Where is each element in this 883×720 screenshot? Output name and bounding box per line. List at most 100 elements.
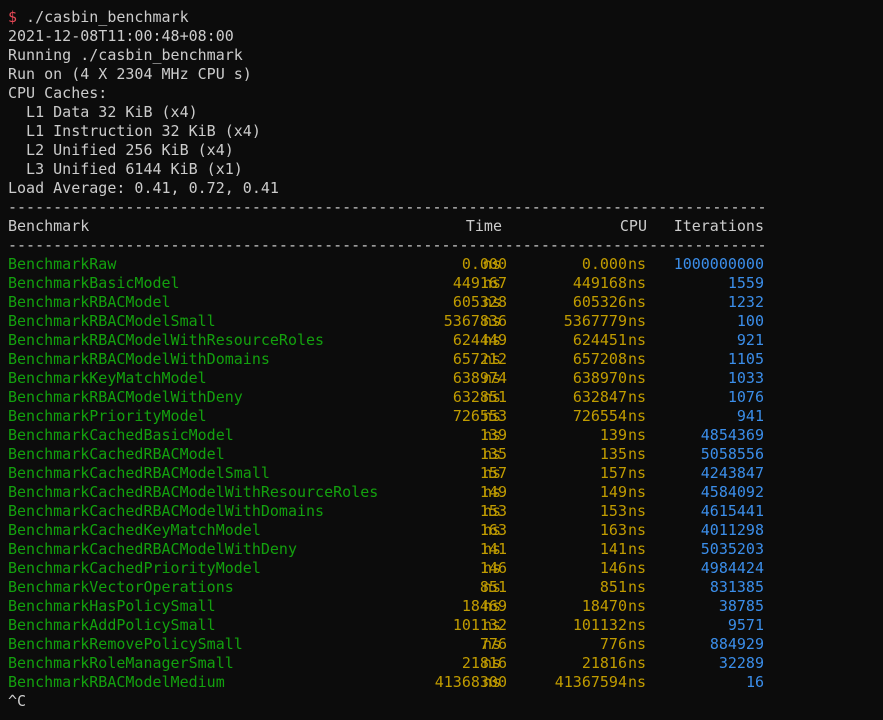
benchmark-name: BenchmarkHasPolicySmall [8,597,216,615]
iterations-value: 884929 [709,635,764,653]
iterations-value: 4584092 [700,483,764,501]
iterations-value: 1000000000 [673,255,764,273]
header-time: Time [465,217,502,235]
time-unit: ns [483,350,502,368]
cpu-unit: ns [628,445,647,463]
table-row: BenchmarkCachedPriorityModel 146 ns 146 ns 49… [8,559,883,578]
cpu-unit: ns [628,388,647,406]
table-row: BenchmarkCachedRBACModel 135 ns 135 ns 505855… [8,445,883,464]
preamble-line: Run on (4 X 2304 MHz CPU s) [8,65,252,83]
iterations-value: 4984424 [700,559,764,577]
time-unit: ns [483,274,502,292]
separator: ----------------------------------------… [8,198,764,216]
time-unit: ns [483,673,502,691]
cpu-unit: ns [628,597,647,615]
cpu-value: 157 [599,464,627,482]
table-header: Benchmark Time CPU Iterations [8,217,883,236]
table-row: BenchmarkAddPolicySmall 101132 ns 101132 ns 9… [8,616,883,635]
preamble-line: L2 Unified 256 KiB (x4) [8,141,234,159]
cpu-unit: ns [628,654,647,672]
cpu-unit: ns [628,578,647,596]
preamble-line: L3 Unified 6144 KiB (x1) [8,160,243,178]
cpu-value: 101132 [572,616,627,634]
table-row: BenchmarkPriorityModel 726553 ns 726554 ns 94… [8,407,883,426]
benchmark-name: BenchmarkCachedKeyMatchModel [8,521,261,539]
benchmark-name: BenchmarkRBACModelSmall [8,312,216,330]
time-unit: ns [483,635,502,653]
time-unit: ns [483,597,502,615]
time-unit: ns [483,616,502,634]
cpu-value: 21816 [581,654,627,672]
iterations-value: 1076 [727,388,764,406]
cpu-unit: ns [628,331,647,349]
cpu-unit: ns [628,255,647,273]
table-row: BenchmarkRBACModel 605328 ns 605326 ns 1232 [8,293,883,312]
table-row: BenchmarkCachedRBACModelWithDeny 141 ns 141… [8,540,883,559]
header-cpu: CPU [619,217,647,235]
terminal-output[interactable]: $ ./casbin_benchmark 2021-12-08T11:00:48… [8,8,883,720]
cpu-value: 638970 [572,369,627,387]
iterations-value: 5058556 [700,445,764,463]
iterations-value: 100 [736,312,764,330]
header-iterations: Iterations [673,217,764,235]
benchmark-name: BenchmarkRemovePolicySmall [8,635,243,653]
time-unit: ns [483,559,502,577]
table-row: BenchmarkCachedRBACModelWithDomains 153 ns… [8,502,883,521]
cpu-value: 0.000 [581,255,627,273]
table-row: BenchmarkCachedRBACModelWithResourceRole… [8,483,883,502]
benchmark-table: BenchmarkRaw 0.000 ns 0.000 ns 1000000000 Benc… [8,255,883,692]
iterations-value: 4615441 [700,502,764,520]
cpu-unit: ns [628,407,647,425]
table-row: BenchmarkRaw 0.000 ns 0.000 ns 1000000000 [8,255,883,274]
command-line: $ ./casbin_benchmark [8,8,883,27]
cpu-unit: ns [628,521,647,539]
table-row: BenchmarkRBACModelMedium 41368300 ns 413675… [8,673,883,692]
time-unit: ns [483,388,502,406]
time-unit: ns [483,331,502,349]
cpu-value: 135 [599,445,627,463]
iterations-value: 16 [745,673,764,691]
benchmark-name: BenchmarkRBACModelWithDeny [8,388,243,406]
iterations-value: 1559 [727,274,764,292]
benchmark-name: BenchmarkRBACModelMedium [8,673,225,691]
benchmark-name: BenchmarkCachedRBACModelWithResourceRole… [8,483,379,501]
time-unit: ns [483,369,502,387]
preamble-line: Load Average: 0.41, 0.72, 0.41 [8,179,279,197]
benchmark-name: BenchmarkCachedRBACModel [8,445,225,463]
cpu-value: 41367594 [554,673,627,691]
cpu-value: 605326 [572,293,627,311]
benchmark-name: BenchmarkCachedPriorityModel [8,559,261,577]
time-unit: ns [483,540,502,558]
cpu-unit: ns [628,293,647,311]
table-row: BenchmarkRBACModelWithDeny 632851 ns 632847… [8,388,883,407]
cpu-unit: ns [628,274,647,292]
iterations-value: 4854369 [700,426,764,444]
benchmark-name: BenchmarkAddPolicySmall [8,616,216,634]
preamble-line: Running ./casbin_benchmark [8,46,243,64]
preamble-line: 2021-12-08T11:00:48+08:00 [8,27,234,45]
cpu-value: 851 [599,578,627,596]
time-unit: ns [483,255,502,273]
interrupt-line: ^C [8,692,27,710]
separator-line: ----------------------------------------… [8,198,883,217]
table-row: BenchmarkHasPolicySmall 18469 ns 18470 ns 387… [8,597,883,616]
time-unit: ns [483,502,502,520]
benchmark-name: BenchmarkKeyMatchModel [8,369,207,387]
time-unit: ns [483,426,502,444]
cpu-value: 5367779 [563,312,627,330]
cpu-value: 153 [599,502,627,520]
cpu-unit: ns [628,635,647,653]
time-unit: ns [483,464,502,482]
cpu-value: 624451 [572,331,627,349]
benchmark-name: BenchmarkBasicModel [8,274,180,292]
cpu-unit: ns [628,559,647,577]
time-unit: ns [483,521,502,539]
command-text: ./casbin_benchmark [17,8,189,26]
benchmark-name: BenchmarkRBACModelWithDomains [8,350,270,368]
time-unit: ns [483,312,502,330]
iterations-value: 9571 [727,616,764,634]
cpu-unit: ns [628,369,647,387]
iterations-value: 921 [736,331,764,349]
prompt-symbol: $ [8,8,18,26]
cpu-unit: ns [628,464,647,482]
